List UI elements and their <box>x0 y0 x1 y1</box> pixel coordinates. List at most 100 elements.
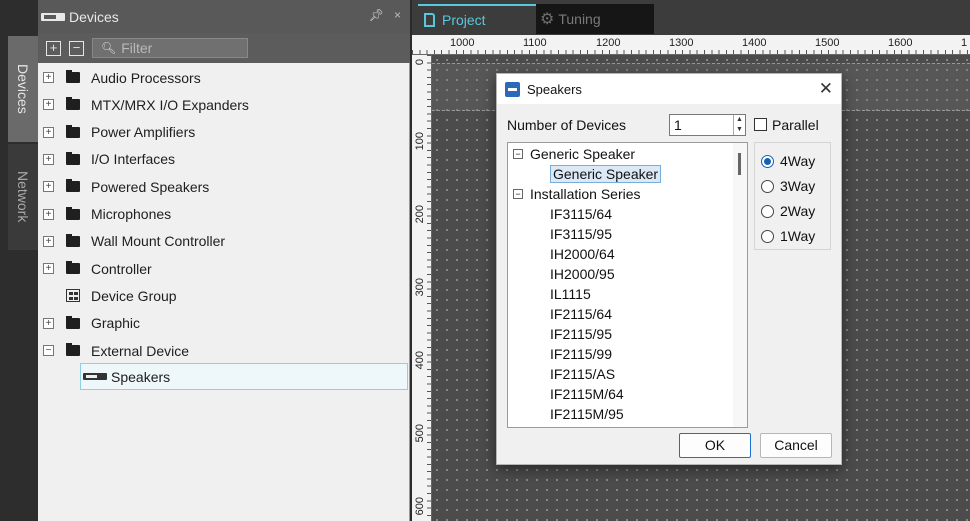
tab-tuning-label: Tuning <box>558 11 601 27</box>
expand-icon[interactable]: + <box>43 153 54 165</box>
tree-item-label: Audio Processors <box>91 69 201 86</box>
list-scrollbar[interactable] <box>733 143 747 427</box>
list-item-label: IF2115/AS <box>550 366 616 382</box>
list-item[interactable]: IF3115/64 <box>508 205 734 225</box>
radio-label: 2Way <box>780 203 816 219</box>
filter-input[interactable]: 🔍︎ Filter <box>92 38 248 58</box>
list-item[interactable]: Generic Speaker <box>508 165 734 185</box>
tree-item[interactable]: + Powered Speakers <box>38 173 410 200</box>
ruler-tick-label: 1100 <box>523 37 547 49</box>
tree-item[interactable]: + I/O Interfaces <box>38 146 410 173</box>
ruler-tick-label: 1 <box>961 37 968 49</box>
list-item[interactable]: IH2000/95 <box>508 265 734 285</box>
tree-item[interactable]: + Wall Mount Controller <box>38 228 410 255</box>
radio-option[interactable]: 4Way <box>761 151 815 171</box>
tab-devices[interactable]: Devices <box>8 36 38 142</box>
list-item[interactable]: IF3115/95 <box>508 225 734 245</box>
expand-icon[interactable]: + <box>43 99 54 111</box>
folder-icon <box>66 315 80 329</box>
collapse-icon[interactable]: − <box>43 345 54 356</box>
list-group[interactable]: − Generic Speaker <box>508 145 734 165</box>
ok-button[interactable]: OK <box>679 433 751 458</box>
tree-item[interactable]: + Power Amplifiers <box>38 119 410 146</box>
tree-item[interactable]: Device Group <box>38 282 410 309</box>
radio-button[interactable] <box>761 154 774 168</box>
folder-icon <box>66 343 80 356</box>
filter-placeholder: Filter <box>121 40 153 56</box>
tree-item[interactable]: − External Device <box>38 337 410 364</box>
list-item-label: IF2115M/95 <box>550 406 624 422</box>
folder-icon <box>66 179 80 193</box>
ruler-tick-label: 100 <box>414 132 426 151</box>
radio-option[interactable]: 2Way <box>761 201 815 221</box>
list-item[interactable]: IH2000/64 <box>508 245 734 265</box>
collapse-all-button[interactable]: − <box>69 40 84 56</box>
radio-label: 1Way <box>780 228 816 244</box>
list-item[interactable]: IF2115/64 <box>508 305 734 325</box>
list-item-label: IH2000/64 <box>550 246 615 262</box>
vertical-ruler: 0 100 200 300 400 500 600 <box>412 55 432 521</box>
collapse-icon[interactable]: − <box>513 189 523 199</box>
speaker-device-icon <box>83 373 107 381</box>
tree-item-label: Power Amplifiers <box>91 124 196 141</box>
list-item[interactable]: IF2115M/95 <box>508 405 734 425</box>
expand-icon[interactable]: + <box>43 208 54 220</box>
expand-icon[interactable]: + <box>43 126 54 138</box>
number-of-devices-value: 1 <box>674 117 682 133</box>
ruler-tick-label: 1400 <box>742 37 767 49</box>
ruler-tick-label: 200 <box>414 205 426 224</box>
tree-item[interactable]: + Audio Processors <box>38 64 410 91</box>
scrollbar-thumb[interactable] <box>738 153 741 175</box>
ruler-tick-label: 500 <box>414 424 426 443</box>
devices-toolbar: + − 🔍︎ Filter <box>38 33 410 63</box>
speaker-model-list[interactable]: − Generic Speaker Generic Speaker − Installa… <box>507 142 748 428</box>
collapse-icon[interactable]: − <box>513 149 523 159</box>
radio-button[interactable] <box>761 179 774 193</box>
radio-button[interactable] <box>761 204 774 218</box>
list-item[interactable]: IF2115/99 <box>508 345 734 365</box>
folder-icon <box>66 261 80 275</box>
tree-item-speakers[interactable]: Speakers <box>80 363 408 391</box>
tab-project[interactable]: Project <box>418 4 536 34</box>
list-item[interactable]: IF2115M/64 <box>508 385 734 405</box>
pin-icon[interactable]: 📌︎ <box>369 8 384 22</box>
list-group[interactable]: − Installation Series <box>508 185 734 205</box>
radio-option[interactable]: 1Way <box>761 226 815 246</box>
expand-all-button[interactable]: + <box>46 40 61 56</box>
ruler-tick-label: 300 <box>414 278 426 297</box>
expand-icon[interactable]: + <box>43 317 54 329</box>
ruler-tick-label: 1500 <box>815 37 840 49</box>
parallel-checkbox[interactable] <box>754 118 767 131</box>
folder-icon <box>66 124 80 138</box>
cancel-button[interactable]: Cancel <box>760 433 832 458</box>
folder-icon <box>66 206 80 220</box>
list-item-label: IF2115/99 <box>550 346 613 362</box>
panel-close-button[interactable]: × <box>394 8 401 22</box>
tab-tuning[interactable]: ⚙ Tuning <box>536 4 654 34</box>
stepper-arrows[interactable]: ▲ ▼ <box>733 115 745 135</box>
tree-item[interactable]: + Graphic <box>38 310 410 337</box>
tree-item-label: Powered Speakers <box>91 178 210 195</box>
radio-button[interactable] <box>761 229 774 243</box>
expand-icon[interactable]: + <box>43 263 54 275</box>
list-item[interactable]: IF2115/AS <box>508 365 734 385</box>
device-icon <box>41 12 65 21</box>
tab-network[interactable]: Network <box>8 144 38 250</box>
radio-label: 4Way <box>780 153 816 169</box>
ruler-tick-label: 0 <box>414 59 426 66</box>
number-of-devices-stepper[interactable]: 1 ▲ ▼ <box>669 114 746 136</box>
tree-item[interactable]: + MTX/MRX I/O Expanders <box>38 91 410 118</box>
list-item[interactable]: IL1115 <box>508 285 734 305</box>
ruler-tick-label: 1000 <box>450 37 475 49</box>
tree-item[interactable]: + Microphones <box>38 201 410 228</box>
dialog-close-button[interactable]: ✕ <box>819 79 833 99</box>
radio-option[interactable]: 3Way <box>761 176 815 196</box>
list-item[interactable]: IF2115/95 <box>508 325 734 345</box>
tree-item[interactable]: + Controller <box>38 255 410 282</box>
tree-item-label: Microphones <box>91 206 172 222</box>
ruler-tick-label: 1300 <box>669 37 694 49</box>
expand-icon[interactable]: + <box>43 72 54 83</box>
expand-icon[interactable]: + <box>43 235 54 247</box>
expand-icon[interactable]: + <box>43 181 54 193</box>
list-item-label: IF2115M/64 <box>550 386 624 402</box>
